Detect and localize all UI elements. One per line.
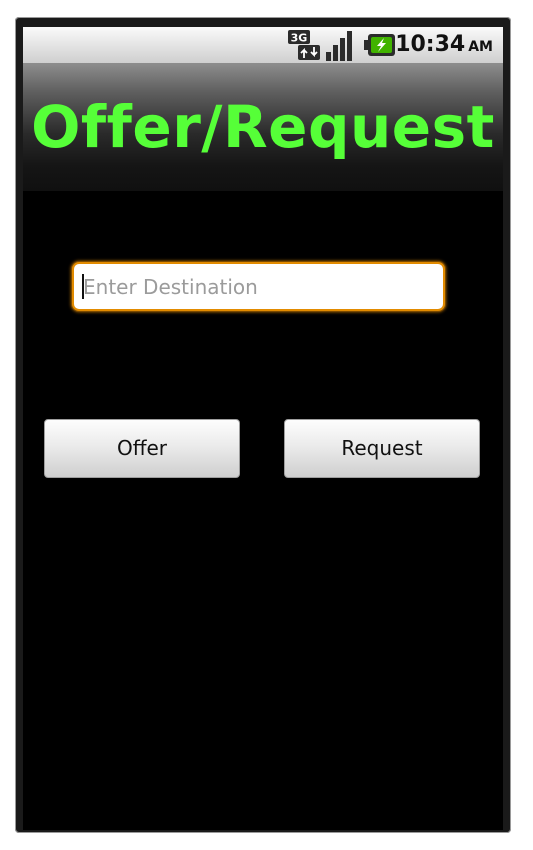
page-title: Offer/Request bbox=[31, 93, 495, 161]
device-screen: 3G 10:34AM Offer/Request Offer Request bbox=[23, 27, 503, 830]
clock-time: 10:34 bbox=[395, 32, 466, 57]
3g-data-icon: 3G bbox=[288, 30, 320, 60]
title-bar: Offer/Request bbox=[23, 64, 503, 191]
svg-text:3G: 3G bbox=[291, 32, 308, 45]
battery-charging-icon bbox=[364, 34, 395, 56]
status-bar: 3G 10:34 AM bbox=[23, 27, 503, 64]
text-cursor bbox=[82, 274, 84, 299]
offer-button[interactable]: Offer bbox=[44, 419, 240, 478]
destination-input[interactable] bbox=[72, 262, 445, 311]
request-button[interactable]: Request bbox=[284, 419, 480, 478]
signal-strength-icon bbox=[326, 31, 352, 61]
clock-ampm: AM bbox=[468, 39, 493, 55]
status-clock: 10:34 AM bbox=[395, 31, 493, 59]
